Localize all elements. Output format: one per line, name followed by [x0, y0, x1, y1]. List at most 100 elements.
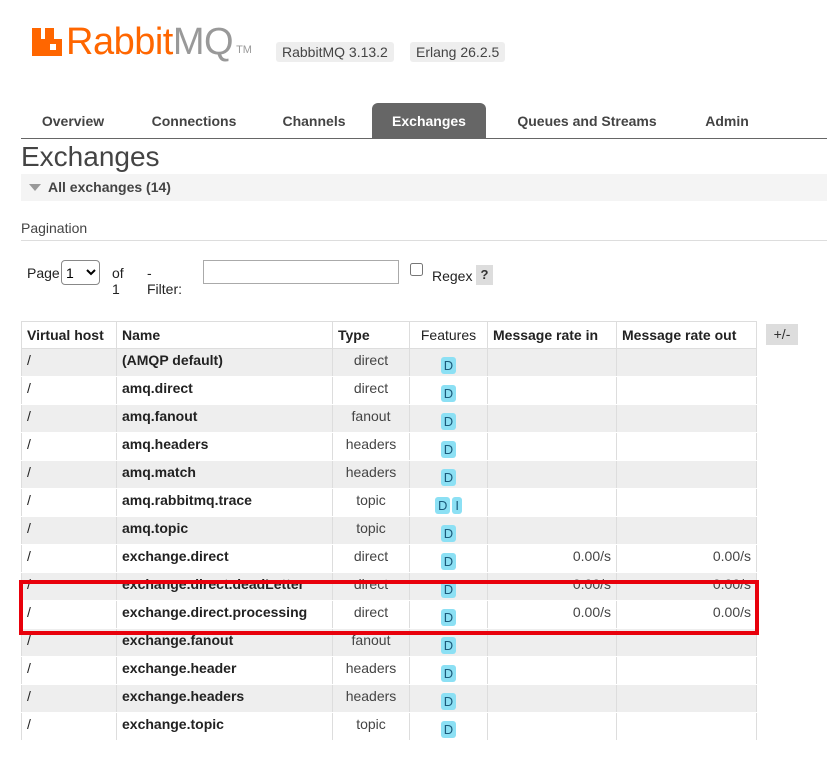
page-count-label: of 1 [112, 265, 124, 297]
table-row: / exchange.direct.deadLetter direct D 0.00/s… [21, 572, 757, 601]
features-cell: D [409, 516, 488, 545]
table-row: / exchange.fanout fanout D [21, 628, 757, 657]
features-cell: D [409, 348, 488, 377]
tab-channels[interactable]: Channels [264, 103, 364, 138]
type-cell: headers [332, 656, 410, 685]
message-rate-in-cell [487, 348, 617, 377]
exchange-name-link[interactable]: exchange.topic [116, 712, 333, 741]
type-cell: direct [332, 600, 410, 629]
message-rate-in-cell [487, 684, 617, 713]
regex-checkbox[interactable] [410, 263, 423, 276]
vhost-cell: / [21, 348, 117, 377]
message-rate-in-cell [487, 628, 617, 657]
message-rate-out-cell [616, 684, 757, 713]
feature-badge: D [440, 581, 457, 598]
feature-badge: D [440, 665, 457, 682]
tab-admin[interactable]: Admin [686, 103, 768, 138]
exchange-name-link[interactable]: exchange.headers [116, 684, 333, 713]
message-rate-in-cell [487, 712, 617, 741]
tab-exchanges[interactable]: Exchanges [372, 103, 486, 138]
main-nav-tabs: Overview Connections Channels Exchanges … [21, 103, 827, 139]
message-rate-out-cell [616, 348, 757, 377]
column-header-features[interactable]: Features [409, 321, 488, 349]
features-cell: D [409, 460, 488, 489]
feature-badge: D [434, 497, 451, 514]
type-cell: fanout [332, 404, 410, 433]
features-cell: D [409, 684, 488, 713]
message-rate-out-cell [616, 628, 757, 657]
feature-badge: D [440, 413, 457, 430]
features-cell: D [409, 404, 488, 433]
vhost-cell: / [21, 684, 117, 713]
table-row: / (AMQP default) direct D [21, 348, 757, 377]
type-cell: topic [332, 488, 410, 517]
table-header-row: Virtual host Name Type Features Message … [21, 321, 757, 349]
logo-trademark: TM [236, 44, 252, 56]
message-rate-in-cell [487, 404, 617, 433]
exchange-name-link[interactable]: amq.rabbitmq.trace [116, 488, 333, 517]
column-header-message-rate-out[interactable]: Message rate out [616, 321, 757, 349]
message-rate-out-cell [616, 404, 757, 433]
message-rate-out-cell [616, 712, 757, 741]
message-rate-out-cell [616, 656, 757, 685]
feature-badge: D [440, 525, 457, 542]
features-cell: D [409, 544, 488, 573]
type-cell: direct [332, 348, 410, 377]
page-label: Page [27, 265, 60, 281]
exchange-name-link[interactable]: exchange.header [116, 656, 333, 685]
exchange-name-link[interactable]: amq.headers [116, 432, 333, 461]
message-rate-in-cell: 0.00/s [487, 600, 617, 629]
tab-queues-and-streams[interactable]: Queues and Streams [499, 103, 675, 138]
column-header-type[interactable]: Type [332, 321, 410, 349]
features-cell: D [409, 376, 488, 405]
tab-overview[interactable]: Overview [21, 103, 125, 138]
features-cell: D [409, 628, 488, 657]
column-header-virtual-host[interactable]: Virtual host [21, 321, 117, 349]
table-row: / amq.direct direct D [21, 376, 757, 405]
exchange-name-link[interactable]: amq.topic [116, 516, 333, 545]
vhost-cell: / [21, 488, 117, 517]
message-rate-out-cell [616, 376, 757, 405]
exchanges-table-body: / (AMQP default) direct D / amq.direct direct D… [21, 348, 757, 741]
column-header-name[interactable]: Name [116, 321, 333, 349]
features-cell: D [409, 712, 488, 741]
exchange-name-link[interactable]: amq.match [116, 460, 333, 489]
type-cell: fanout [332, 628, 410, 657]
features-cell: D [409, 572, 488, 601]
tab-connections[interactable]: Connections [134, 103, 254, 138]
filter-label: - Filter: [147, 265, 182, 297]
exchange-name-link[interactable]: (AMQP default) [116, 348, 333, 377]
exchange-name-link[interactable]: amq.fanout [116, 404, 333, 433]
column-header-message-rate-in[interactable]: Message rate in [487, 321, 617, 349]
exchange-name-link[interactable]: exchange.direct [116, 544, 333, 573]
table-row: / amq.headers headers D [21, 432, 757, 461]
column-toggle-button[interactable]: +/- [766, 324, 798, 345]
exchange-name-link[interactable]: exchange.direct.processing [116, 600, 333, 629]
all-exchanges-section-toggle[interactable]: All exchanges (14) [21, 174, 827, 201]
section-label: All exchanges (14) [48, 179, 171, 195]
filter-input[interactable] [203, 260, 399, 284]
type-cell: topic [332, 712, 410, 741]
logo-text: RabbitMQ [66, 20, 234, 63]
type-cell: topic [332, 516, 410, 545]
vhost-cell: / [21, 460, 117, 489]
message-rate-in-cell [487, 656, 617, 685]
vhost-cell: / [21, 656, 117, 685]
rabbitmq-logo[interactable]: RabbitMQ TM [32, 20, 252, 63]
exchange-name-link[interactable]: amq.direct [116, 376, 333, 405]
page-title: Exchanges [21, 141, 160, 172]
message-rate-out-cell: 0.00/s [616, 600, 757, 629]
vhost-cell: / [21, 404, 117, 433]
feature-badge: D [440, 357, 457, 374]
regex-help-button[interactable]: ? [476, 265, 493, 285]
message-rate-out-cell [616, 432, 757, 461]
message-rate-out-cell [616, 516, 757, 545]
exchange-name-link[interactable]: exchange.direct.deadLetter [116, 572, 333, 601]
page-select[interactable]: 1 [61, 260, 100, 285]
exchange-name-link[interactable]: exchange.fanout [116, 628, 333, 657]
feature-badge: D [440, 469, 457, 486]
table-row: / amq.fanout fanout D [21, 404, 757, 433]
exchanges-table: Virtual host Name Type Features Message … [21, 321, 757, 741]
type-cell: headers [332, 460, 410, 489]
vhost-cell: / [21, 544, 117, 573]
